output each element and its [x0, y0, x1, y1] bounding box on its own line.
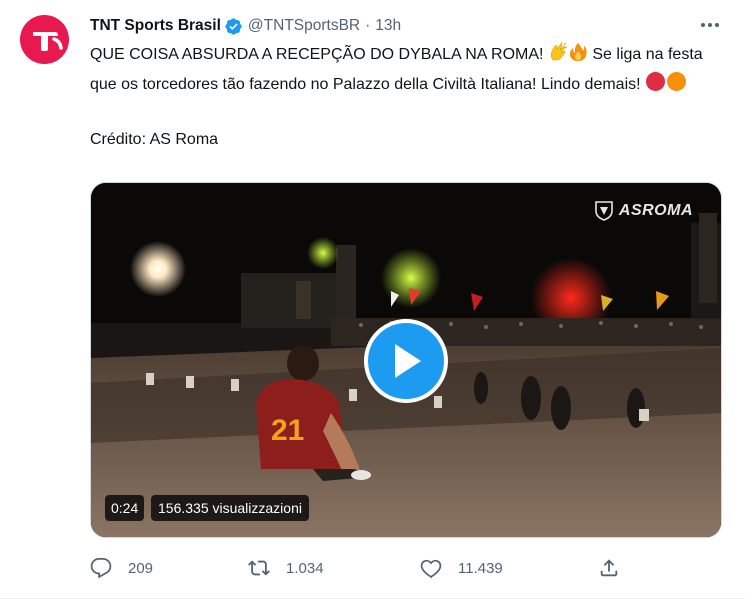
share-icon [600, 559, 618, 577]
svg-text:21: 21 [271, 414, 304, 447]
video-duration: 0:24 [105, 495, 145, 521]
handle[interactable]: @TNTSportsBR [248, 17, 360, 35]
tweet-header: TNT Sports Brasil @TNTSportsBR · 13h [90, 15, 401, 37]
asroma-watermark: ASROMA [595, 201, 693, 221]
fire-icon [568, 42, 588, 71]
heart-icon [420, 559, 442, 579]
separator-dot: · [365, 17, 371, 34]
timestamp[interactable]: 13h [375, 17, 401, 35]
like-button[interactable]: 11.439 [420, 556, 503, 580]
play-icon [395, 344, 421, 378]
share-button[interactable] [598, 556, 620, 580]
tnt-logo-icon [33, 32, 63, 51]
watermark-text: ASROMA [618, 202, 693, 219]
tweet-text-line1: QUE COISA ABSURDA A RECEPÇÃO DO DYBALA N… [90, 46, 548, 63]
tweet-body: QUE COISA ABSURDA A RECEPÇÃO DO DYBALA N… [90, 41, 730, 101]
more-options-icon[interactable] [699, 17, 721, 33]
retweet-icon [248, 560, 270, 576]
reply-icon [90, 557, 112, 579]
reply-button[interactable]: 209 [90, 556, 153, 580]
orange-circle-icon [666, 71, 687, 101]
display-name[interactable]: TNT Sports Brasil [90, 17, 221, 35]
avatar[interactable] [20, 15, 69, 64]
action-bar: 209 1.034 11.439 [90, 556, 630, 580]
play-button[interactable] [364, 319, 448, 403]
like-count: 11.439 [458, 559, 503, 577]
clapping-hands-icon [548, 41, 568, 71]
video-player[interactable]: 21 ASROMA 0:24 156.335 visualizzazioni [90, 182, 722, 538]
tweet-credit: Crédito: AS Roma [90, 131, 219, 148]
retweet-button[interactable]: 1.034 [248, 556, 324, 580]
tweet-text: QUE COISA ABSURDA A RECEPÇÃO DO DYBALA N… [90, 41, 730, 153]
video-views: 156.335 visualizzazioni [151, 495, 309, 521]
verified-badge-icon [224, 17, 243, 36]
retweet-count: 1.034 [286, 559, 324, 577]
reply-count: 209 [128, 559, 154, 577]
asroma-shield-icon [595, 201, 613, 221]
tweet-card[interactable]: TNT Sports Brasil @TNTSportsBR · 13h QUE… [0, 0, 745, 599]
red-circle-icon [645, 71, 666, 101]
